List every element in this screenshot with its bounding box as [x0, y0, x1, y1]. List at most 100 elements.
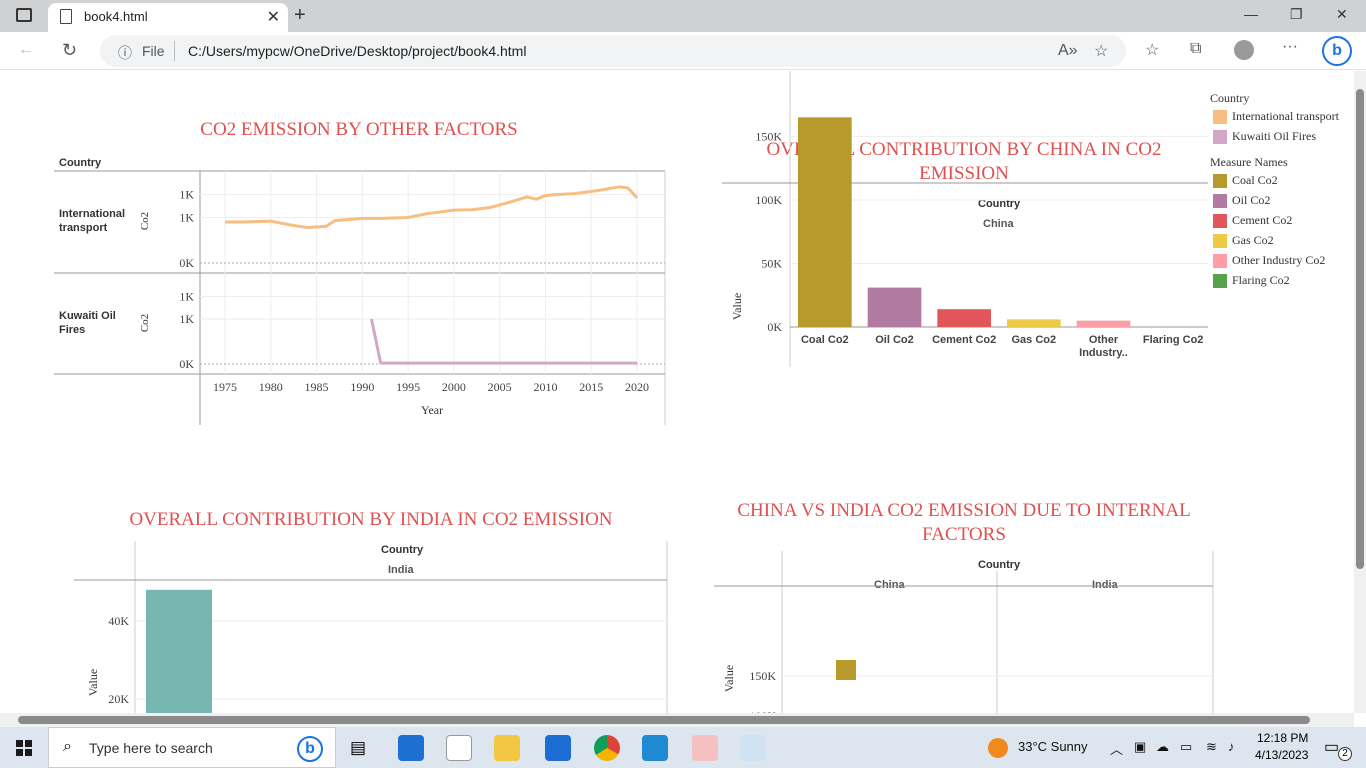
address-divider [174, 41, 175, 61]
chart2-category-label: Industry.. [1079, 347, 1128, 359]
tab-actions-icon[interactable] [16, 8, 32, 22]
legend-measure-item-label[interactable]: Other Industry Co2 [1232, 253, 1325, 268]
chart1-y-tick: 1K [179, 188, 194, 202]
chart2-y-tick: 50K [761, 256, 782, 270]
vertical-scroll-thumb[interactable] [1356, 89, 1364, 569]
weather-icon [988, 738, 1008, 758]
read-aloud-icon[interactable]: A» [1058, 42, 1078, 60]
restore-button[interactable]: ❐ [1290, 6, 1303, 23]
close-tab-icon[interactable]: ✕ [267, 7, 280, 27]
legend-country-item-label[interactable]: Kuwaiti Oil Fires [1232, 129, 1316, 144]
page-icon [60, 9, 72, 24]
chart3-title: OVERALL CONTRIBUTION BY INDIA IN CO2 EMI… [129, 509, 613, 530]
address-bar[interactable]: ⓘ File C:/Users/mypcw/OneDrive/Desktop/p… [100, 35, 1126, 67]
clock-date[interactable]: 4/13/2023 [1255, 748, 1308, 762]
chart3-y-tick: 40K [108, 614, 129, 628]
search-icon: ⌕ [63, 738, 72, 755]
collections-icon[interactable]: ⧉ [1190, 40, 1201, 58]
chart4-mark-china-coal [836, 660, 856, 680]
legend-country-item-swatch[interactable] [1213, 130, 1227, 144]
chart1-x-tick: 2020 [625, 380, 649, 394]
chart2-bar-4 [1007, 319, 1061, 327]
legend-measure-item-swatch[interactable] [1213, 214, 1227, 228]
windows-start-icon[interactable] [16, 740, 32, 756]
chart3-y-tick: 20K [108, 692, 129, 706]
chart2-svg: 150K 100K 50K 0K Coal Co2 Oil Co2 Cement Co2 Ga… [722, 71, 1208, 367]
volume-icon[interactable]: ♪ [1228, 739, 1235, 754]
chart2-bar-2 [867, 287, 922, 327]
legend-measure-item-label[interactable]: Flaring Co2 [1232, 273, 1290, 288]
chart1-svg: 1975 1980 1985 1990 1995 2000 2005 2010 2015 2020… [54, 170, 666, 425]
info-icon[interactable]: ⓘ [118, 43, 132, 63]
chart4-svg: 150K100K50K [714, 551, 1214, 713]
legend-measure-item-swatch[interactable] [1213, 174, 1227, 188]
store-app-icon[interactable] [398, 735, 424, 761]
new-tab-button[interactable]: + [294, 4, 306, 27]
notification-icon[interactable]: ▭ [1324, 737, 1339, 757]
file-explorer-icon[interactable] [494, 735, 520, 761]
mail-app-icon[interactable] [545, 735, 571, 761]
chart1-x-tick: 1990 [350, 380, 374, 394]
notepad-app-icon[interactable] [446, 735, 472, 761]
wifi-icon[interactable]: ≋ [1206, 739, 1217, 755]
minimize-button[interactable]: — [1244, 6, 1258, 22]
legend-measure-item-label[interactable]: Cement Co2 [1232, 213, 1292, 228]
chart1-y-tick: 0K [179, 357, 194, 371]
weather-text[interactable]: 33°C Sunny [1018, 739, 1088, 754]
chrome-app-icon[interactable] [594, 735, 620, 761]
chart3-svg: 40K 20K [74, 541, 668, 713]
chart2-category-label: Coal Co2 [801, 334, 849, 346]
chart3-bar-1 [146, 589, 212, 713]
windows-taskbar: ⌕ Type here to search b ▤ 33°C Sunny ︿ ▣… [0, 727, 1366, 768]
legend-measure-item-label[interactable]: Coal Co2 [1232, 173, 1278, 188]
vscode-app-icon[interactable] [642, 735, 668, 761]
legend-country-item-swatch[interactable] [1213, 110, 1227, 124]
chart1-x-tick: 1975 [213, 380, 237, 394]
battery-icon[interactable]: ▭ [1180, 739, 1192, 755]
task-view-icon[interactable]: ▤ [350, 738, 366, 758]
profile-avatar[interactable] [1234, 40, 1254, 60]
legend-measure-item-swatch[interactable] [1213, 234, 1227, 248]
address-url[interactable]: C:/Users/mypcw/OneDrive/Desktop/project/… [188, 43, 526, 59]
chart1-x-tick: 2000 [442, 380, 466, 394]
legend-measure-item-label[interactable]: Gas Co2 [1232, 233, 1274, 248]
search-placeholder: Type here to search [89, 740, 213, 756]
chart1-series-line-2 [370, 318, 637, 365]
chart1-x-tick: 2010 [533, 380, 557, 394]
close-window-button[interactable]: ✕ [1336, 6, 1348, 23]
vertical-scrollbar[interactable] [1354, 71, 1366, 713]
taskbar-search[interactable]: ⌕ Type here to search b [48, 727, 336, 768]
legend-measure-item-label[interactable]: Oil Co2 [1232, 193, 1270, 208]
horizontal-scrollbar[interactable] [0, 713, 1354, 727]
chart1-y-tick: 1K [179, 312, 194, 326]
chart2-category-label: Flaring Co2 [1143, 334, 1204, 346]
chart2-category-label: Cement Co2 [932, 334, 996, 346]
bing-search-icon[interactable]: b [297, 736, 323, 762]
chart1-x-tick: 1980 [259, 380, 283, 394]
chart2-category-label: Oil Co2 [875, 334, 914, 346]
legend-measure-item-swatch[interactable] [1213, 274, 1227, 288]
tab-title: book4.html [84, 9, 148, 24]
clock-time[interactable]: 12:18 PM [1257, 731, 1308, 745]
legend-country-item-label[interactable]: International transport [1232, 109, 1339, 124]
legend-measure-item-swatch[interactable] [1213, 254, 1227, 268]
add-favorite-icon[interactable]: ☆ [1094, 41, 1108, 61]
chart2-bar-5 [1076, 320, 1131, 327]
legend-measure-item-swatch[interactable] [1213, 194, 1227, 208]
tab-book4[interactable]: book4.html ✕ [48, 3, 288, 32]
tray-chevron-icon[interactable]: ︿ [1110, 739, 1123, 758]
meet-icon[interactable]: ▣ [1134, 739, 1146, 755]
notification-count: 2 [1338, 747, 1352, 761]
horizontal-scroll-thumb[interactable] [18, 716, 1310, 724]
paint-app-icon[interactable] [740, 735, 766, 761]
onedrive-icon[interactable]: ☁ [1156, 739, 1169, 755]
chart2-y-tick: 150K [755, 129, 782, 143]
snipping-tool-icon[interactable] [692, 735, 718, 761]
bing-icon[interactable]: b [1322, 36, 1352, 66]
back-icon[interactable]: ← [18, 41, 34, 59]
more-menu-icon[interactable]: ··· [1282, 38, 1298, 56]
refresh-icon[interactable]: ↻ [62, 40, 77, 61]
chart2-category-label: Gas Co2 [1012, 334, 1057, 346]
chart2-bar-1 [798, 117, 852, 327]
favorites-icon[interactable]: ☆ [1145, 40, 1159, 60]
